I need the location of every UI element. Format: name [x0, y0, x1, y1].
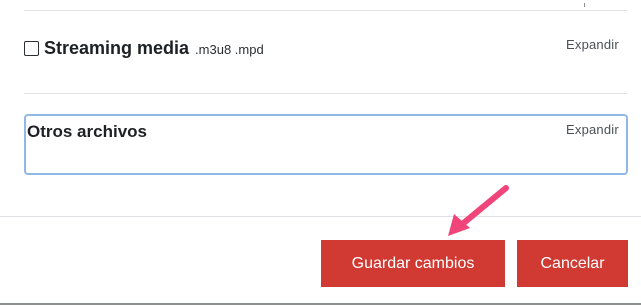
streaming-media-row: Streaming media .m3u8 .mpd: [24, 38, 264, 59]
scroll-tick-mark: [584, 3, 585, 7]
streaming-media-checkbox[interactable]: [24, 41, 39, 56]
actions-divider: [0, 216, 641, 217]
top-divider: [24, 10, 627, 11]
arrow-pointer-icon: [448, 185, 509, 236]
middle-divider: [24, 93, 627, 94]
streaming-media-extensions: .m3u8 .mpd: [195, 42, 264, 57]
footer-divider: [0, 303, 641, 305]
streaming-media-expand-link[interactable]: Expandir: [566, 37, 619, 52]
cancel-button[interactable]: Cancelar: [517, 240, 628, 287]
other-files-expand-link[interactable]: Expandir: [566, 122, 619, 137]
other-files-section[interactable]: Otros archivos Expandir: [24, 114, 628, 175]
file-types-settings-page: Streaming media .m3u8 .mpd Expandir Otro…: [0, 0, 641, 307]
save-changes-button[interactable]: Guardar cambios: [321, 240, 505, 287]
other-files-title: Otros archivos: [27, 122, 147, 141]
streaming-media-title: Streaming media: [44, 38, 190, 58]
